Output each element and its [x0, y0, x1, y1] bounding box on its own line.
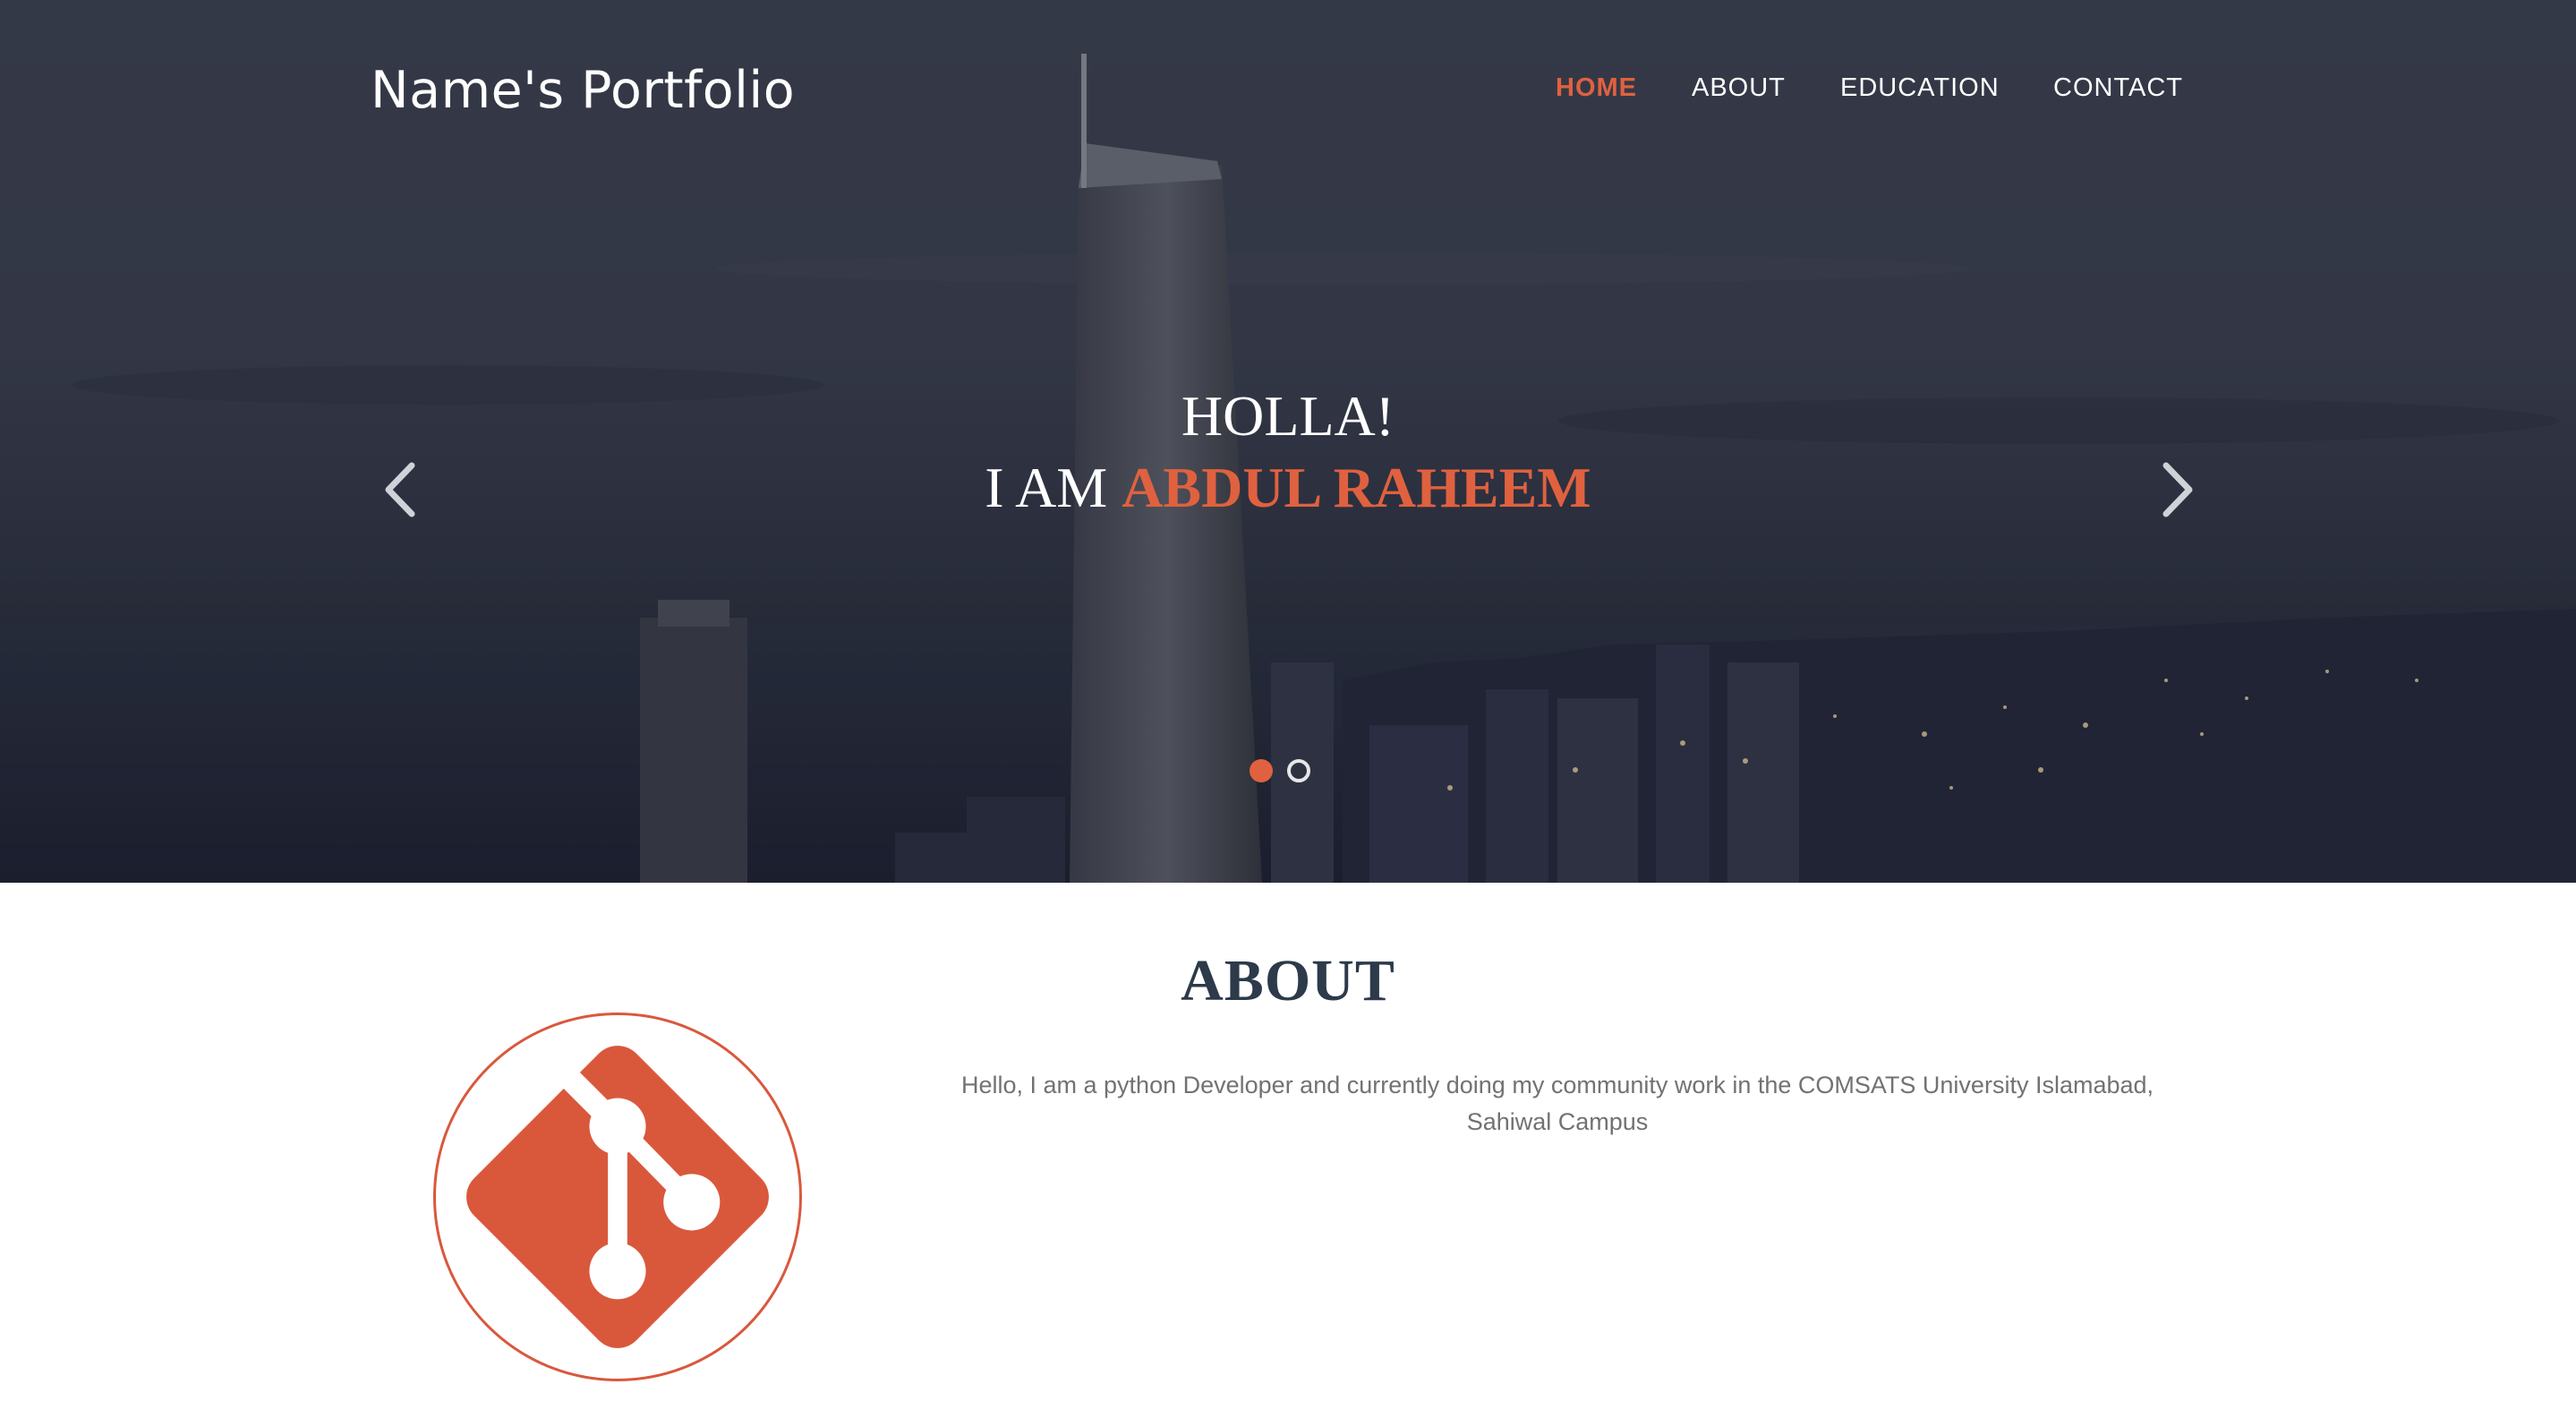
hero-intro-prefix: I AM	[985, 456, 1122, 519]
main-nav: HOME ABOUT EDUCATION CONTACT	[0, 73, 2576, 109]
nav-item-home[interactable]: HOME	[1556, 73, 1637, 103]
chevron-right-icon	[2162, 462, 2193, 517]
about-title: ABOUT	[1181, 948, 1395, 1013]
slide-indicator-2[interactable]	[1287, 759, 1310, 782]
about-description: Hello, I am a python Developer and curre…	[960, 1072, 2154, 1135]
profile-image	[433, 1013, 802, 1381]
git-logo-icon	[466, 1046, 769, 1348]
nav-item-contact[interactable]: CONTACT	[2053, 73, 2183, 103]
chevron-left-icon	[385, 462, 415, 517]
hero-name: ABDUL RAHEEM	[1122, 456, 1591, 519]
slider-prev-button[interactable]	[376, 458, 430, 521]
nav-item-about[interactable]: ABOUT	[1692, 73, 1786, 103]
hero-greeting: HOLLA!	[1181, 384, 1395, 448]
slide-indicator-1[interactable]	[1250, 759, 1273, 782]
hero-slider: Name's Portfolio HOME ABOUT EDUCATION CO…	[0, 0, 2576, 883]
slider-next-button[interactable]	[2148, 458, 2202, 521]
nav-item-education[interactable]: EDUCATION	[1840, 73, 2000, 103]
